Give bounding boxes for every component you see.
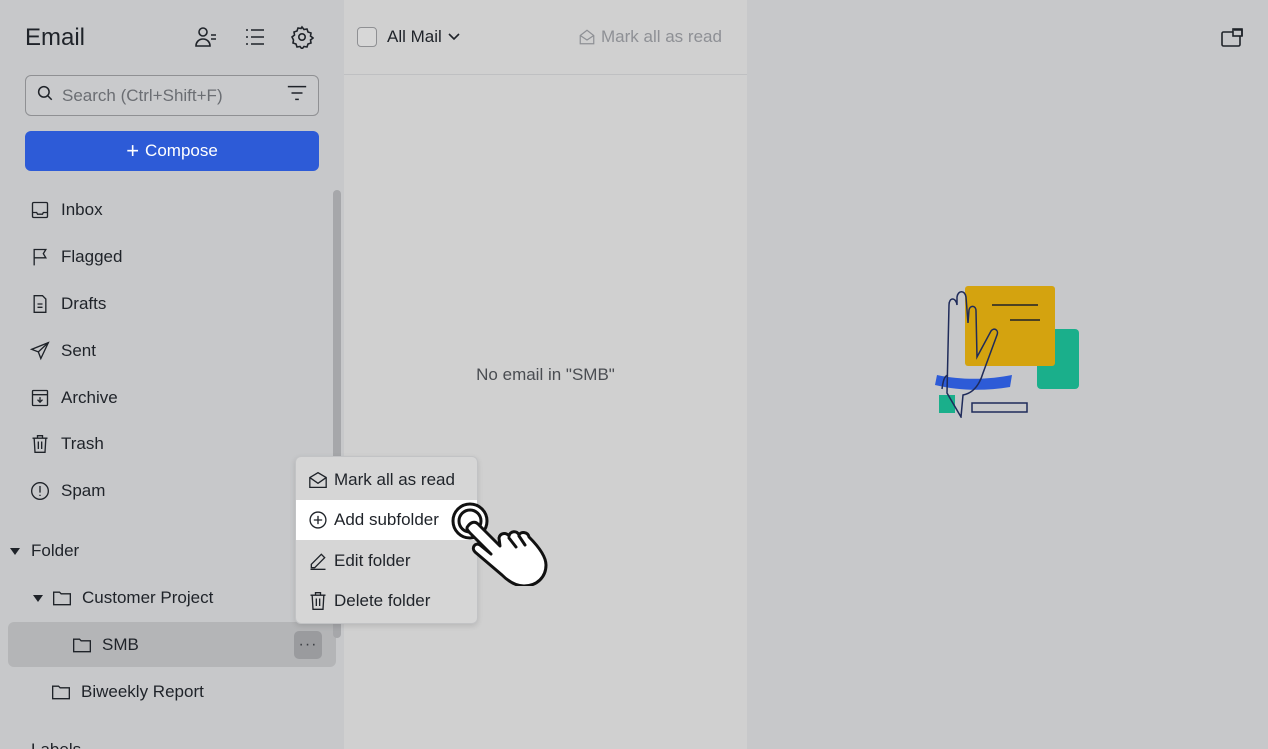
- search-icon: [36, 84, 54, 107]
- menu-item-label: Edit folder: [334, 551, 411, 570]
- sidebar-item-sent[interactable]: Sent: [25, 331, 325, 371]
- labels-section-header[interactable]: Labels: [31, 740, 81, 749]
- folder-smb[interactable]: SMB: [72, 635, 139, 655]
- sidebar-item-flagged[interactable]: Flagged: [25, 237, 325, 277]
- chevron-down-icon: [448, 33, 460, 41]
- sidebar-item-label: Trash: [61, 434, 104, 453]
- sidebar-item-label: Flagged: [61, 247, 123, 266]
- send-icon: [30, 340, 60, 362]
- pencil-icon: [308, 551, 334, 571]
- folder-biweekly-report[interactable]: Biweekly Report: [51, 682, 204, 702]
- trash-icon: [30, 433, 60, 455]
- folder-icon: [51, 683, 71, 701]
- list-view-icon[interactable]: [242, 24, 268, 50]
- settings-gear-icon[interactable]: [289, 24, 315, 50]
- folder-icon: [52, 589, 72, 607]
- folder-smb-selected-bg: [8, 622, 336, 667]
- mark-all-read-label: Mark all as read: [601, 27, 722, 46]
- sidebar: Email Search (Ctrl+Shift+F) + Compose In…: [0, 0, 344, 749]
- empty-state-message: No email in "SMB": [476, 365, 615, 384]
- sidebar-item-label: Inbox: [61, 200, 103, 219]
- search-placeholder: Search (Ctrl+Shift+F): [62, 85, 223, 105]
- popout-window-icon[interactable]: [1220, 27, 1244, 54]
- mail-list-toolbar: All Mail Mark all as read: [344, 0, 747, 75]
- sidebar-item-inbox[interactable]: Inbox: [25, 190, 325, 230]
- sidebar-item-label: Spam: [61, 481, 106, 500]
- mail-list-pane: All Mail Mark all as read No email in "S…: [344, 0, 747, 749]
- filter-icon[interactable]: [286, 83, 308, 108]
- sidebar-item-label: Sent: [61, 341, 96, 360]
- compose-label: Compose: [145, 141, 218, 160]
- menu-item-mark-all-read[interactable]: Mark all as read: [296, 460, 477, 500]
- contacts-icon[interactable]: [193, 24, 219, 50]
- caret-down-icon: [10, 547, 20, 555]
- folder-customer-project[interactable]: Customer Project: [33, 588, 213, 608]
- menu-item-label: Mark all as read: [334, 470, 455, 489]
- folder-label: SMB: [102, 635, 139, 654]
- empty-state-illustration: [932, 283, 1082, 423]
- archive-icon: [30, 387, 60, 409]
- trash-icon: [308, 591, 334, 611]
- sidebar-item-trash[interactable]: Trash: [25, 424, 325, 464]
- inbox-icon: [30, 199, 60, 221]
- plus-icon: +: [126, 138, 140, 163]
- plus-circle-icon: [308, 510, 334, 530]
- more-options-button[interactable]: ···: [294, 631, 322, 659]
- flag-icon: [30, 246, 60, 268]
- caret-down-icon: [33, 594, 43, 602]
- folder-label: Biweekly Report: [81, 682, 204, 701]
- spam-icon: [30, 480, 60, 502]
- mail-filter-label: All Mail: [387, 27, 442, 46]
- folder-section-label: Folder: [31, 541, 80, 560]
- menu-item-label: Add subfolder: [334, 510, 439, 529]
- folder-label: Customer Project: [82, 588, 214, 607]
- reading-pane: [747, 0, 1268, 749]
- mail-filter-dropdown[interactable]: All Mail: [387, 27, 460, 47]
- sidebar-item-label: Drafts: [61, 294, 107, 313]
- app-title: Email: [25, 24, 86, 51]
- sidebar-item-archive[interactable]: Archive: [25, 378, 325, 418]
- menu-item-label: Delete folder: [334, 591, 431, 610]
- sidebar-item-label: Archive: [61, 388, 118, 407]
- hand-pointer-cursor-icon: [448, 500, 560, 591]
- envelope-open-icon: [578, 28, 596, 46]
- folder-section-header[interactable]: Folder: [10, 541, 79, 561]
- search-input[interactable]: Search (Ctrl+Shift+F): [25, 75, 319, 116]
- mark-all-read-button[interactable]: Mark all as read: [578, 27, 722, 47]
- compose-button[interactable]: + Compose: [25, 131, 319, 171]
- draft-icon: [30, 293, 60, 315]
- sidebar-item-spam[interactable]: Spam: [25, 471, 325, 511]
- folder-icon: [72, 636, 92, 654]
- envelope-open-icon: [308, 471, 334, 489]
- sidebar-item-drafts[interactable]: Drafts: [25, 284, 325, 324]
- select-all-checkbox[interactable]: [357, 27, 377, 47]
